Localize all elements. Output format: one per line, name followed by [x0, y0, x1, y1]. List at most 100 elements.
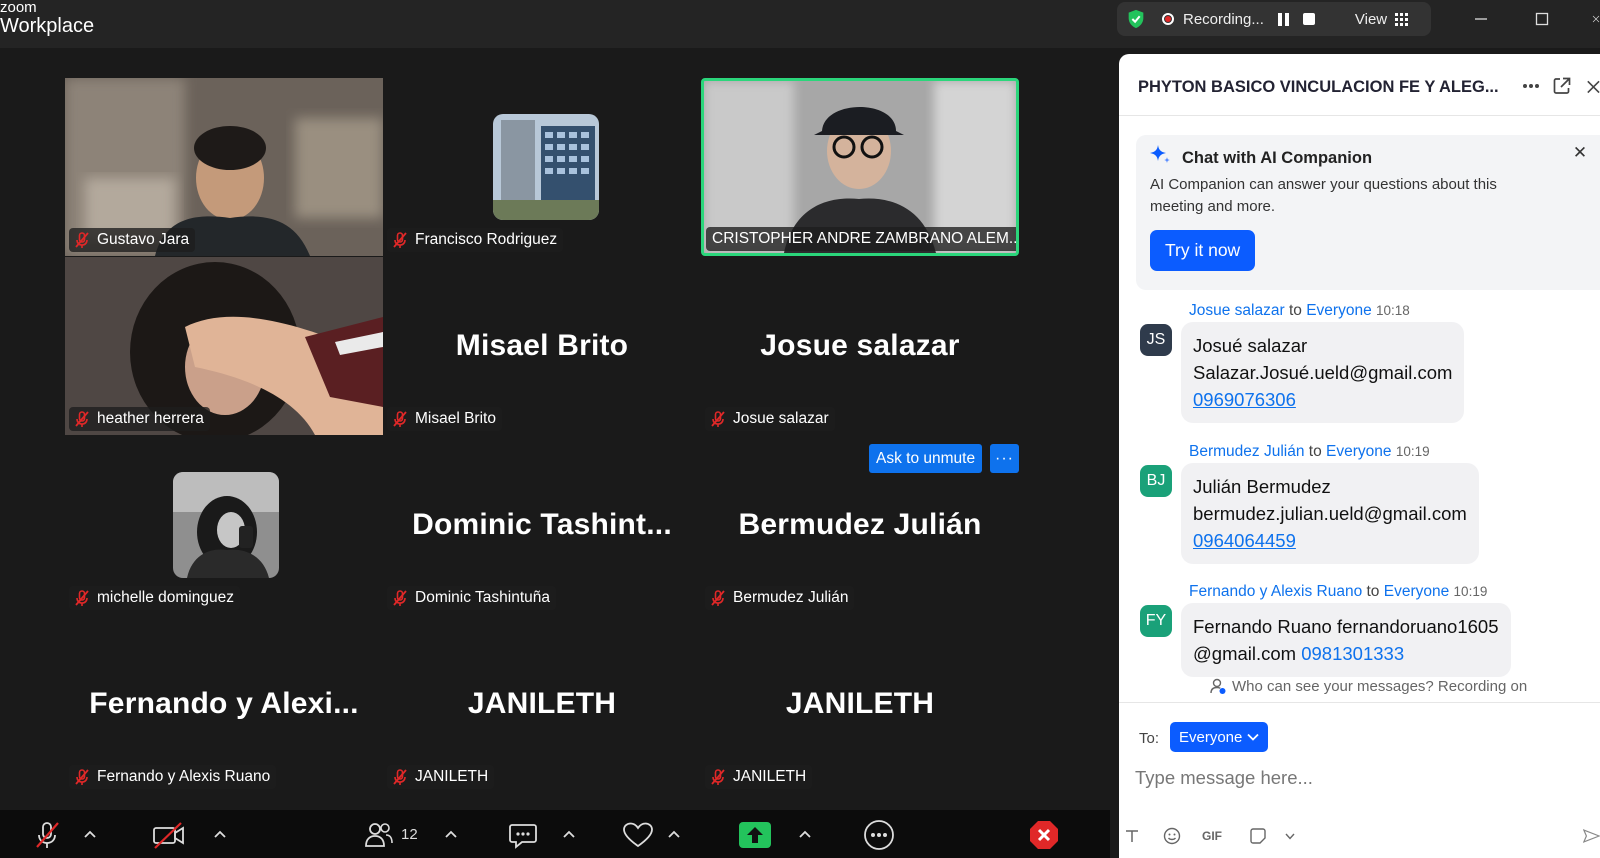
recording-status-pill: Recording... View [1117, 2, 1431, 36]
close-ai-card-icon[interactable]: ✕ [1570, 143, 1590, 163]
chat-panel: PHYTON BASICO VINCULACION FE Y ALEG... C… [1119, 54, 1600, 858]
chat-message: Josue salazar to Everyone 10:18 JS Josué… [1119, 302, 1600, 432]
emoji-icon[interactable] [1159, 826, 1185, 846]
close-window-icon[interactable] [1580, 6, 1600, 32]
ask-to-unmute-button[interactable]: Ask to unmute [869, 444, 983, 473]
close-chat-icon[interactable] [1585, 74, 1600, 98]
message-sender[interactable]: Fernando y Alexis Ruano [1189, 583, 1362, 600]
grid-view-icon[interactable] [1395, 12, 1409, 26]
muted-mic-icon [75, 590, 89, 606]
participant-display-name: JANILETH [785, 687, 935, 720]
message-bubble: Julián Bermudez bermudez.julian.ueld@gma… [1181, 463, 1479, 564]
zoom-workplace-logo: zoom Workplace [0, 0, 94, 36]
video-options-chevron-up-icon[interactable] [211, 824, 229, 844]
participant-display-name: JANILETH [467, 687, 617, 720]
chat-message-input[interactable] [1135, 764, 1575, 792]
message-sender[interactable]: Josue salazar [1189, 302, 1285, 319]
privacy-user-icon [1210, 678, 1226, 694]
message-meta: Josue salazar to Everyone 10:18 [1189, 302, 1410, 319]
more-options-icon[interactable] [862, 818, 896, 852]
muted-mic-icon [393, 590, 407, 606]
participant-tile-fernando-alexis-ruano[interactable]: Fernando y Alexi... Fernando y Alexis Ru… [65, 615, 383, 793]
muted-mic-icon [393, 411, 407, 427]
recipient-dropdown[interactable]: Everyone [1170, 722, 1269, 752]
chat-more-options-icon[interactable] [1519, 74, 1543, 98]
participant-display-name: Dominic Tashint... [412, 508, 672, 541]
participant-tile-janileth-1[interactable]: JANILETH JANILETH [383, 615, 701, 793]
chat-options-chevron-up-icon[interactable] [560, 824, 578, 844]
leave-meeting-icon[interactable] [1027, 818, 1061, 852]
participant-tile-josue-salazar[interactable]: Josue salazar Josue salazar [701, 257, 1019, 435]
muted-mic-icon [711, 411, 725, 427]
participant-display-name: Bermudez Julián [738, 508, 982, 541]
screenshot-icon[interactable] [1245, 826, 1271, 846]
gif-button[interactable]: GIF [1199, 826, 1225, 846]
participant-tile-gustavo-jara[interactable]: Gustavo Jara [65, 78, 383, 256]
audio-options-chevron-up-icon[interactable] [81, 824, 99, 844]
send-icon[interactable] [1577, 826, 1600, 846]
participant-tile-misael-brito[interactable]: Misael Brito Misael Brito [383, 257, 701, 435]
message-recipient[interactable]: Everyone [1306, 302, 1371, 319]
participant-name-label: Francisco Rodriguez [387, 228, 564, 252]
ai-companion-title: Chat with AI Companion [1182, 149, 1373, 167]
participant-avatar [173, 472, 279, 578]
pause-recording-icon[interactable] [1277, 12, 1289, 26]
reactions-options-chevron-up-icon[interactable] [665, 824, 683, 844]
participant-more-button[interactable]: ··· [990, 444, 1019, 473]
participant-name-label: JANILETH [705, 765, 813, 789]
participant-name-label: heather herrera [69, 407, 210, 431]
message-time: 10:19 [1395, 444, 1430, 459]
muted-mic-icon [75, 769, 89, 785]
chat-icon[interactable] [506, 818, 540, 852]
maximize-icon[interactable] [1527, 6, 1557, 32]
participant-tile-dominic-tashintuna[interactable]: Dominic Tashint... Dominic Tashintuña [383, 436, 701, 614]
phone-link[interactable]: 0964064459 [1193, 527, 1467, 554]
text-format-icon[interactable] [1119, 826, 1145, 846]
recording-dot-icon [1162, 13, 1174, 25]
unmute-mic-icon[interactable] [30, 818, 64, 852]
message-recipient[interactable]: Everyone [1326, 443, 1391, 460]
sender-avatar: JS [1140, 324, 1172, 356]
participant-name-label: Fernando y Alexis Ruano [69, 765, 277, 789]
participant-tile-heather-herrera[interactable]: heather herrera [65, 257, 383, 435]
more-format-chevron-down-icon[interactable] [1277, 826, 1303, 846]
reactions-heart-icon[interactable] [621, 818, 655, 852]
muted-mic-icon [75, 411, 89, 427]
message-bubble: Fernando Ruano fernandoruano1605 @gmail.… [1181, 603, 1511, 677]
muted-mic-icon [711, 590, 725, 606]
message-bubble: Josué salazar Salazar.Josué.ueld@gmail.c… [1181, 322, 1465, 423]
stop-recording-icon[interactable] [1302, 13, 1315, 25]
chat-privacy-note[interactable]: Who can see your messages? Recording on [1209, 677, 1527, 695]
title-bar: zoom Workplace Recording... View [0, 0, 1600, 48]
try-it-now-button[interactable]: Try it now [1150, 230, 1256, 271]
phone-link[interactable]: 0969076306 [1193, 386, 1452, 413]
muted-mic-icon [393, 232, 407, 248]
compose-divider [1119, 702, 1600, 703]
share-options-chevron-up-icon[interactable] [796, 824, 814, 844]
recording-label: Recording... [1183, 10, 1264, 28]
participant-tile-michelle-dominguez[interactable]: michelle dominguez [65, 436, 383, 614]
encryption-shield-icon[interactable] [1125, 8, 1147, 30]
brand-workplace: Workplace [0, 15, 95, 37]
participants-count: 12 [401, 826, 418, 843]
participant-name-label: Gustavo Jara [69, 228, 196, 252]
share-screen-icon[interactable] [738, 818, 772, 852]
participant-tile-janileth-2[interactable]: JANILETH JANILETH [701, 615, 1019, 793]
view-button[interactable]: View [1355, 11, 1387, 28]
start-video-icon[interactable] [152, 818, 186, 852]
recipient-label: To: [1139, 730, 1160, 747]
pop-out-chat-icon[interactable] [1550, 74, 1574, 98]
participant-tile-cristopher[interactable]: CRISTOPHER ANDRE ZAMBRANO ALEM... [701, 78, 1019, 256]
phone-link[interactable]: 0981301333 [1301, 643, 1404, 664]
message-sender[interactable]: Bermudez Julián [1189, 443, 1304, 460]
message-recipient[interactable]: Everyone [1384, 583, 1449, 600]
minimize-icon[interactable] [1466, 6, 1496, 32]
participant-tile-francisco-rodriguez[interactable]: Francisco Rodriguez [383, 78, 701, 256]
participants-options-chevron-up-icon[interactable] [442, 824, 460, 844]
participants-icon[interactable] [362, 818, 396, 852]
participant-name-label: Misael Brito [387, 407, 502, 431]
video-gallery: Gustavo Jara Francisco Rodriguez CRISTOP… [0, 48, 1110, 810]
participant-display-name: Fernando y Alexi... [89, 687, 359, 720]
muted-mic-icon [75, 232, 89, 248]
participant-avatar [493, 114, 599, 220]
